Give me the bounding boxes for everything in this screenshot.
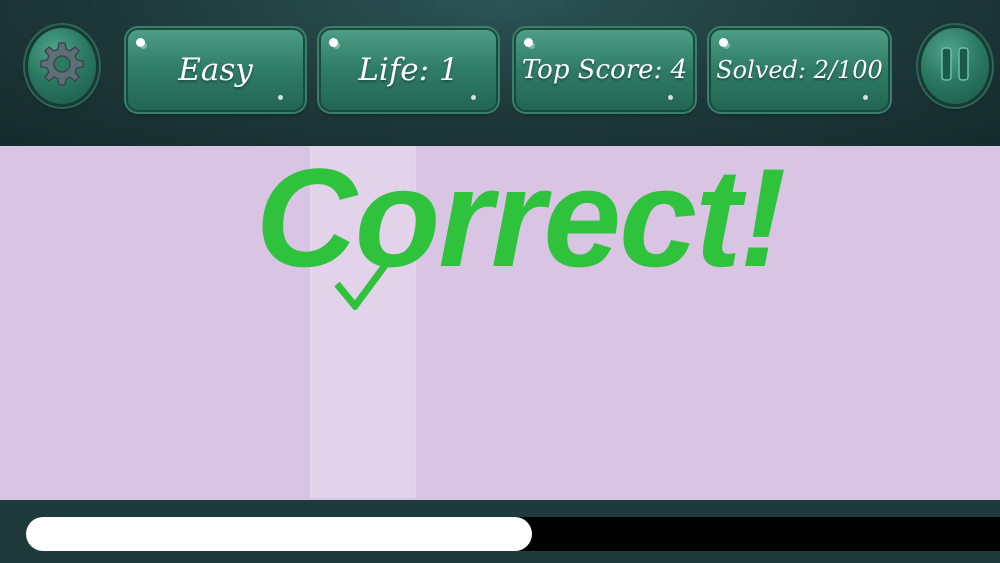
- shine-decoration: [278, 95, 283, 100]
- shine-decoration: [863, 95, 868, 100]
- shine-decoration: [524, 38, 533, 47]
- gear-icon: [38, 40, 86, 92]
- difficulty-label: Easy: [178, 52, 253, 88]
- top-score-counter: Top Score: 4: [516, 30, 693, 110]
- timer-progress-bar: [26, 517, 1000, 551]
- shine-decoration: [719, 38, 728, 47]
- life-label: Life: 1: [358, 52, 459, 88]
- shine-decoration: [668, 95, 673, 100]
- difficulty-badge: Easy: [128, 30, 303, 110]
- check-mark-icon: [334, 257, 392, 314]
- life-counter: Life: 1: [321, 30, 496, 110]
- solved-counter: Solved: 2/100: [711, 30, 888, 110]
- correct-message: Correct!: [255, 139, 787, 296]
- top-score-label: Top Score: 4: [521, 55, 688, 85]
- bottom-bar: [0, 500, 1000, 563]
- shine-decoration: [471, 95, 476, 100]
- settings-button[interactable]: [28, 28, 96, 104]
- solved-label: Solved: 2/100: [716, 56, 883, 84]
- timer-progress-fill: [26, 517, 532, 551]
- pause-icon: [938, 44, 972, 88]
- pause-button[interactable]: [921, 28, 989, 104]
- shine-decoration: [329, 38, 338, 47]
- top-bar: Easy Life: 1 Top Score: 4 Solved: 2/100: [0, 0, 1000, 146]
- shine-decoration: [136, 38, 145, 47]
